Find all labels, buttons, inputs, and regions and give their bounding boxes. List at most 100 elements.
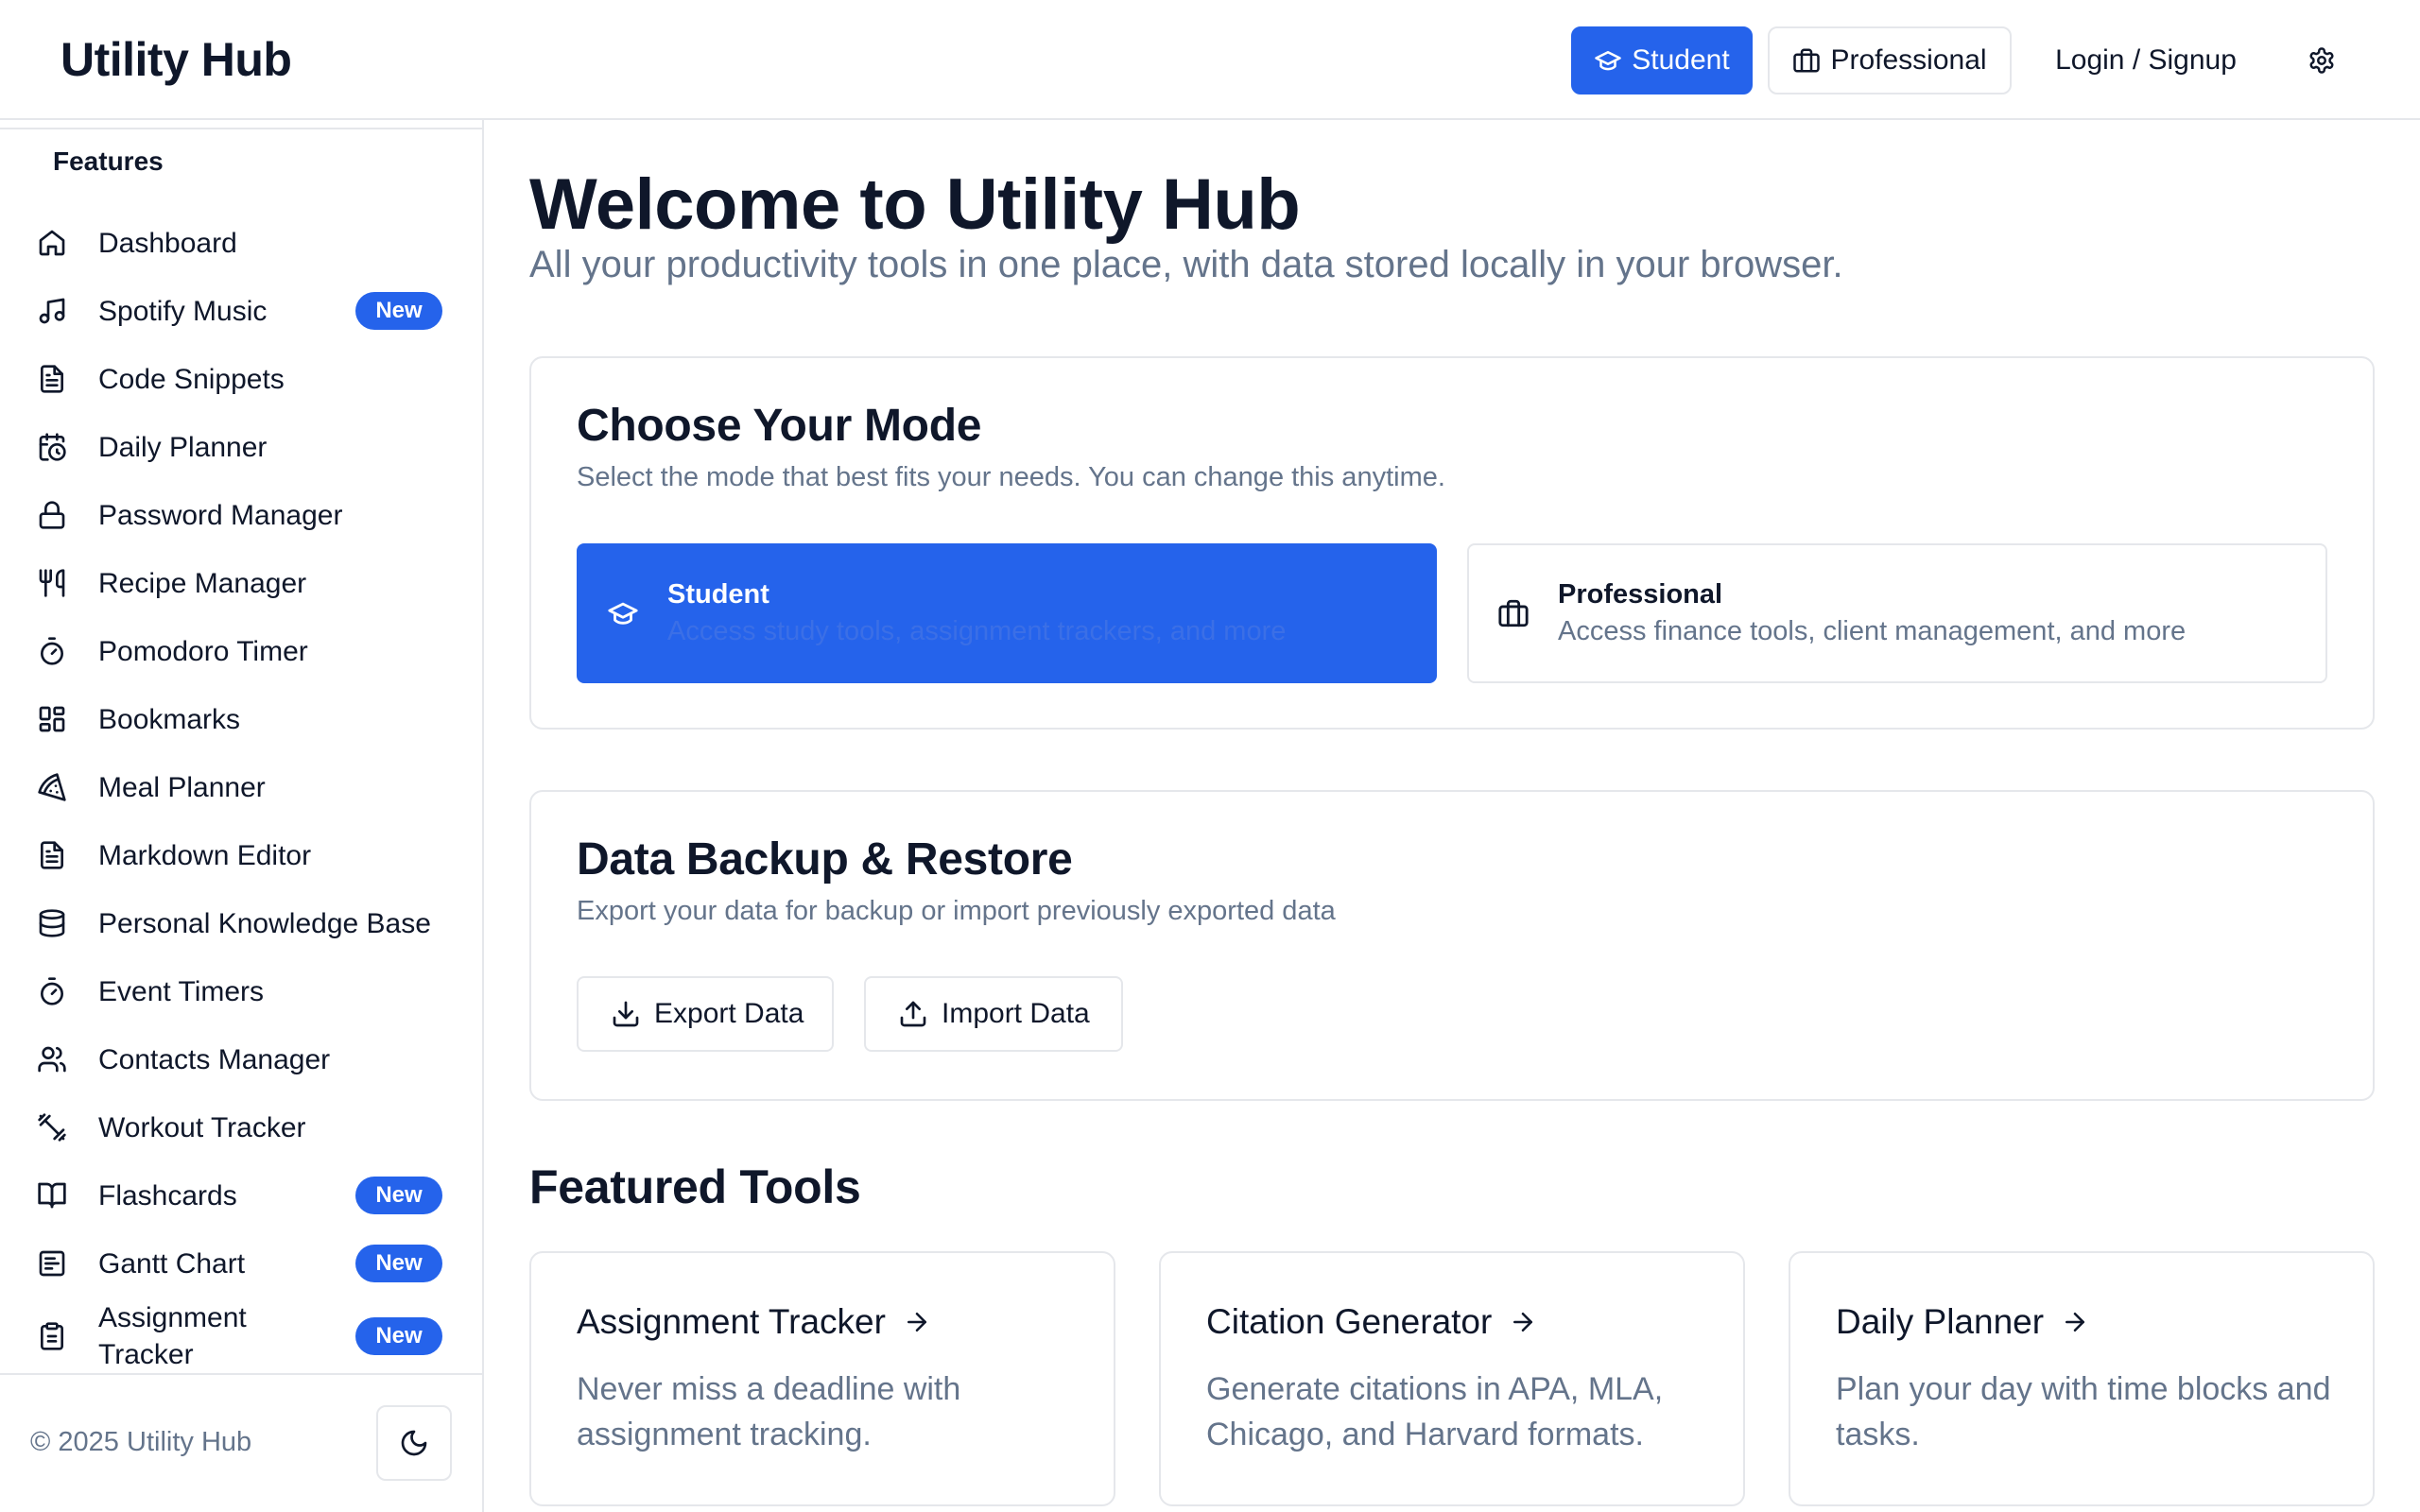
download-icon <box>613 1001 639 1027</box>
sidebar-item-label: Pomodoro Timer <box>98 635 308 667</box>
sidebar-item-recipe-manager[interactable]: Recipe Manager <box>19 549 454 617</box>
timer-icon <box>36 635 68 667</box>
file-text-icon <box>36 363 68 395</box>
professional-mode-option[interactable]: Professional Access finance tools, clien… <box>1467 543 2327 683</box>
moon-icon <box>401 1430 427 1456</box>
tool-card-title-text: Citation Generator <box>1206 1302 1493 1341</box>
sidebar-item-spotify-music[interactable]: Spotify Music New <box>19 277 454 345</box>
book-open-icon <box>36 1179 68 1211</box>
sidebar-item-label: Daily Planner <box>98 431 268 463</box>
sidebar-item-label: Personal Knowledge Base <box>98 907 431 939</box>
main-content: Welcome to Utility Hub All your producti… <box>486 120 2420 1512</box>
sidebar-item-code-snippets[interactable]: Code Snippets <box>19 345 454 413</box>
copyright-text: © 2025 Utility Hub <box>30 1427 252 1457</box>
sidebar-item-label: Spotify Music <box>98 295 268 327</box>
tool-card-title: Assignment Tracker <box>577 1302 931 1342</box>
arrow-right-icon <box>907 1313 926 1332</box>
sidebar-item-label: Flashcards <box>98 1179 237 1211</box>
sidebar-item-bookmarks[interactable]: Bookmarks <box>19 685 454 753</box>
brand-title[interactable]: Utility Hub <box>60 32 292 87</box>
graduation-cap-icon <box>607 597 641 631</box>
new-badge: New <box>355 1245 442 1282</box>
sidebar-title: Features <box>53 146 164 176</box>
sidebar-item-label: Markdown Editor <box>98 839 312 871</box>
layout-grid-icon <box>36 703 68 735</box>
backup-card-description: Export your data for backup or import pr… <box>577 896 1336 926</box>
sidebar-item-event-timers[interactable]: Event Timers <box>19 957 454 1025</box>
featured-tools-title: Featured Tools <box>529 1160 861 1213</box>
sidebar-item-label: Contacts Manager <box>98 1043 331 1075</box>
sidebar-item-label: Dashboard <box>98 227 237 259</box>
sidebar-item-label: Gantt Chart <box>98 1247 246 1280</box>
student-mode-button[interactable]: Student <box>1571 26 1753 94</box>
student-mode-description: Access study tools, assignment trackers,… <box>667 616 1287 646</box>
student-mode-option[interactable]: Student Access study tools, assignment t… <box>577 543 1437 683</box>
graduation-cap-icon <box>1595 51 1622 71</box>
sidebar-item-label: Recipe Manager <box>98 567 307 599</box>
home-icon <box>36 227 68 259</box>
music-icon <box>36 295 68 327</box>
calendar-clock-icon <box>36 431 68 463</box>
briefcase-icon <box>1793 48 1821 73</box>
sidebar-item-workout-tracker[interactable]: Workout Tracker <box>19 1093 454 1161</box>
login-signup-label: Login / Signup <box>2055 44 2237 76</box>
gear-icon <box>2309 47 2334 74</box>
sidebar-item-markdown-editor[interactable]: Markdown Editor <box>19 821 454 889</box>
backup-card: Data Backup & Restore Export your data f… <box>529 790 2375 1101</box>
tool-card-description: Generate citations in APA, MLA, Chicago,… <box>1206 1371 1664 1452</box>
timer-icon <box>36 975 68 1007</box>
sidebar-item-pomodoro-timer[interactable]: Pomodoro Timer <box>19 617 454 685</box>
sidebar-item-contacts-manager[interactable]: Contacts Manager <box>19 1025 454 1093</box>
sidebar: Features Dashboard Spotify Music New Cod… <box>0 120 484 1512</box>
login-signup-button[interactable]: Login / Signup <box>2040 26 2252 94</box>
sidebar-divider <box>0 128 482 129</box>
sidebar-item-flashcards[interactable]: Flashcards New <box>19 1161 454 1229</box>
import-data-button[interactable]: Import Data <box>864 976 1123 1052</box>
utensils-icon <box>36 567 68 599</box>
professional-mode-name: Professional <box>1558 579 1723 610</box>
tool-card-title: Daily Planner <box>1836 1302 2089 1342</box>
tool-card-description: Plan your day with time blocks and tasks… <box>1836 1371 2331 1452</box>
tool-card-title-text: Daily Planner <box>1836 1302 2045 1341</box>
tool-card-description: Never miss a deadline with assignment tr… <box>577 1371 961 1452</box>
sidebar-item-label: Workout Tracker <box>98 1111 306 1143</box>
gantt-icon <box>36 1247 68 1280</box>
sidebar-item-personal-knowledge-base[interactable]: Personal Knowledge Base <box>19 889 454 957</box>
upload-icon <box>900 1001 926 1027</box>
page-subtitle: All your productivity tools in one place… <box>529 244 1843 285</box>
new-badge: New <box>355 1177 442 1214</box>
theme-toggle-button[interactable] <box>376 1405 452 1481</box>
lock-icon <box>36 499 68 531</box>
arrow-right-icon <box>1513 1313 1533 1332</box>
arrow-right-icon <box>2066 1313 2085 1332</box>
sidebar-item-gantt-chart[interactable]: Gantt Chart New <box>19 1229 454 1297</box>
sidebar-item-assignment-tracker[interactable]: Assignment Tracker New <box>19 1297 454 1373</box>
sidebar-item-dashboard[interactable]: Dashboard <box>19 209 454 277</box>
page-title: Welcome to Utility Hub <box>529 164 1301 245</box>
professional-mode-description: Access finance tools, client management,… <box>1558 616 2187 646</box>
mode-card-title: Choose Your Mode <box>577 401 982 451</box>
sidebar-item-meal-planner[interactable]: Meal Planner <box>19 753 454 821</box>
briefcase-icon <box>1497 597 1531 631</box>
sidebar-list[interactable]: Dashboard Spotify Music New Code Snippet… <box>0 203 482 1373</box>
new-badge: New <box>355 1317 442 1355</box>
tool-card-assignment-tracker[interactable]: Assignment Tracker Never miss a deadline… <box>529 1251 1115 1506</box>
sidebar-item-label: Event Timers <box>98 975 265 1007</box>
student-mode-name: Student <box>667 579 769 610</box>
export-data-button[interactable]: Export Data <box>577 976 834 1052</box>
users-icon <box>36 1043 68 1075</box>
tool-card-title-text: Assignment Tracker <box>577 1302 886 1341</box>
clipboard-icon <box>36 1320 68 1352</box>
student-mode-label: Student <box>1632 44 1730 76</box>
tool-card-citation-generator[interactable]: Citation Generator Generate citations in… <box>1159 1251 1745 1506</box>
new-badge: New <box>355 292 442 330</box>
dumbbell-icon <box>36 1111 68 1143</box>
professional-mode-button[interactable]: Professional <box>1768 26 2012 94</box>
sidebar-item-daily-planner[interactable]: Daily Planner <box>19 413 454 481</box>
settings-button[interactable] <box>2286 26 2358 94</box>
sidebar-item-label: Meal Planner <box>98 771 266 803</box>
sidebar-item-password-manager[interactable]: Password Manager <box>19 481 454 549</box>
tool-card-daily-planner[interactable]: Daily Planner Plan your day with time bl… <box>1789 1251 2375 1506</box>
import-data-label: Import Data <box>942 998 1090 1029</box>
database-icon <box>36 907 68 939</box>
